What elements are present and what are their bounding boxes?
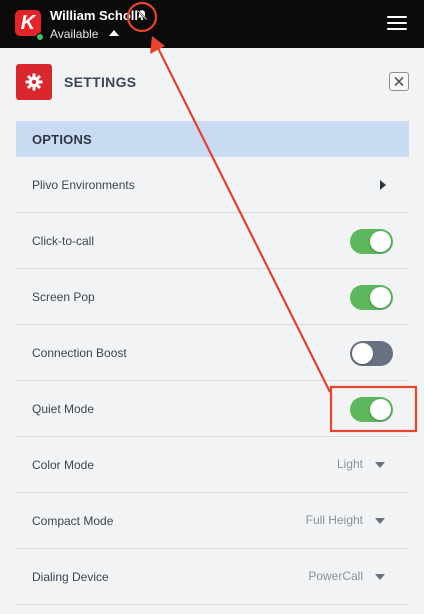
page-title: SETTINGS: [64, 74, 137, 90]
toggle-knob: [370, 231, 391, 252]
setting-row-connection-boost: Connection Boost: [16, 325, 409, 381]
connection-boost-toggle[interactable]: [350, 341, 393, 366]
caret-down-icon[interactable]: [375, 574, 385, 580]
options-section-label: OPTIONS: [32, 132, 92, 147]
dialing-device-select[interactable]: PowerCall: [243, 569, 363, 583]
color-mode-select[interactable]: Light: [243, 457, 363, 471]
setting-label: Click-to-call: [32, 234, 95, 248]
toggle-knob: [370, 287, 391, 308]
user-name: William Scholl: [50, 8, 139, 23]
chevron-right-icon[interactable]: [379, 180, 387, 190]
close-icon: [394, 76, 404, 87]
close-button[interactable]: [389, 72, 409, 91]
presence-indicator: [36, 33, 44, 41]
quiet-mode-toggle[interactable]: [350, 397, 393, 422]
setting-row-color-mode: Color Mode Light: [16, 437, 409, 493]
setting-label: Dialing Device: [32, 570, 109, 584]
caret-down-icon[interactable]: [375, 518, 385, 524]
setting-label: Color Mode: [32, 458, 95, 472]
setting-label: Screen Pop: [32, 290, 95, 304]
setting-row-plivo-environments[interactable]: Plivo Environments: [16, 157, 409, 213]
setting-row-click-to-call: Click-to-call: [16, 213, 409, 269]
caret-down-icon[interactable]: [375, 462, 385, 468]
setting-label: Compact Mode: [32, 514, 114, 528]
bell-off-icon[interactable]: [136, 9, 148, 21]
toggle-knob: [370, 399, 391, 420]
caret-up-icon[interactable]: [109, 30, 119, 36]
setting-row-compact-mode: Compact Mode Full Height: [16, 493, 409, 549]
app-logo: K: [15, 10, 41, 36]
setting-row-dialing-device: Dialing Device PowerCall: [16, 549, 409, 605]
setting-label: Quiet Mode: [32, 402, 95, 416]
compact-mode-select[interactable]: Full Height: [243, 513, 363, 527]
availability-status[interactable]: Available: [50, 27, 98, 41]
logo-letter: K: [20, 12, 36, 34]
click-to-call-toggle[interactable]: [350, 229, 393, 254]
setting-label: Plivo Environments: [32, 178, 135, 192]
toggle-knob: [352, 343, 373, 364]
gear-icon: [16, 64, 52, 100]
screen-pop-toggle[interactable]: [350, 285, 393, 310]
top-bar: K William Scholl Available: [0, 0, 424, 48]
hamburger-menu-icon[interactable]: [387, 15, 407, 31]
setting-row-quiet-mode: Quiet Mode: [16, 381, 409, 437]
setting-row-screen-pop: Screen Pop: [16, 269, 409, 325]
setting-label: Connection Boost: [32, 346, 127, 360]
options-section-header: OPTIONS: [16, 121, 409, 157]
